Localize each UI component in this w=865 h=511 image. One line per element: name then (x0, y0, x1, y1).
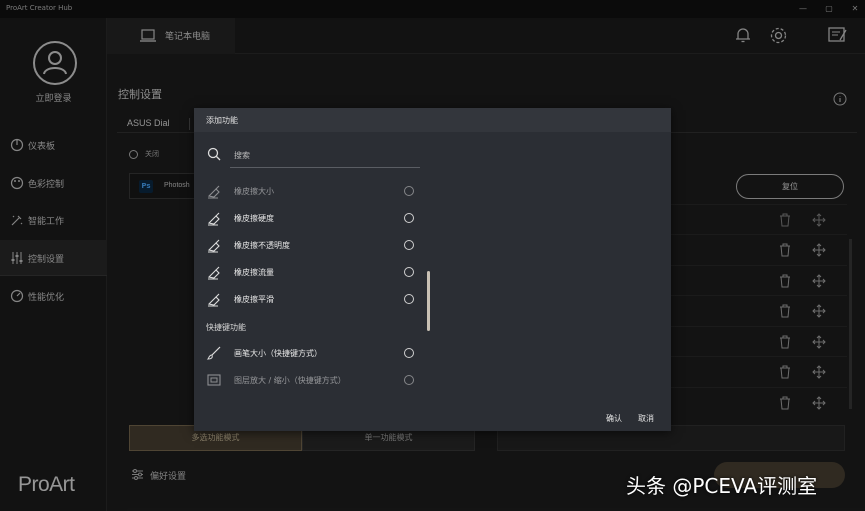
list-item[interactable]: 橡皮擦硬度 (194, 205, 434, 232)
item-radio[interactable] (404, 186, 414, 196)
dialog-footer: 确认 取消 (194, 404, 671, 431)
eraser-icon (207, 185, 220, 199)
eraser-icon (207, 212, 220, 226)
zoom-layer-icon (207, 374, 221, 386)
eraser-icon (207, 239, 220, 253)
item-radio[interactable] (404, 348, 414, 358)
item-label: 画笔大小（快捷键方式） (234, 349, 322, 358)
item-radio[interactable] (404, 294, 414, 304)
search-input[interactable] (230, 144, 420, 168)
cancel-button[interactable]: 取消 (638, 413, 654, 424)
search-icon (207, 147, 221, 161)
section-header-shortcuts: 快捷键功能 (206, 323, 246, 332)
add-function-dialog: 添加功能 橡皮擦大小 橡皮擦硬度 橡皮擦不透明度 橡皮擦流量 橡皮擦平滑 (194, 108, 671, 431)
list-item[interactable]: 图层放大 / 缩小（快捷键方式） (194, 367, 434, 394)
dialog-header: 添加功能 (194, 108, 671, 132)
confirm-button[interactable]: 确认 (606, 413, 622, 424)
item-radio[interactable] (404, 267, 414, 277)
dialog-scrollbar-thumb[interactable] (427, 271, 430, 331)
list-item[interactable]: 橡皮擦不透明度 (194, 232, 434, 259)
function-list: 橡皮擦大小 橡皮擦硬度 橡皮擦不透明度 橡皮擦流量 橡皮擦平滑 快捷键功能 画笔… (194, 178, 434, 404)
list-item[interactable]: 橡皮擦流量 (194, 259, 434, 286)
eraser-icon (207, 293, 220, 307)
list-item[interactable]: 画笔大小（快捷键方式） (194, 340, 434, 367)
item-label: 橡皮擦流量 (234, 268, 274, 277)
item-label: 图层放大 / 缩小（快捷键方式） (234, 376, 346, 385)
item-radio[interactable] (404, 240, 414, 250)
item-label: 橡皮擦硬度 (234, 214, 274, 223)
list-item[interactable]: 橡皮擦大小 (194, 178, 434, 205)
item-label: 橡皮擦大小 (234, 187, 274, 196)
brush-icon (206, 346, 221, 360)
item-label: 橡皮擦不透明度 (234, 241, 290, 250)
list-item[interactable]: 橡皮擦平滑 (194, 286, 434, 313)
item-radio[interactable] (404, 213, 414, 223)
item-radio[interactable] (404, 375, 414, 385)
watermark: 头条 @PCEVA评测室 (626, 474, 818, 498)
dialog-title: 添加功能 (206, 116, 238, 125)
eraser-icon (207, 266, 220, 280)
item-label: 橡皮擦平滑 (234, 295, 274, 304)
